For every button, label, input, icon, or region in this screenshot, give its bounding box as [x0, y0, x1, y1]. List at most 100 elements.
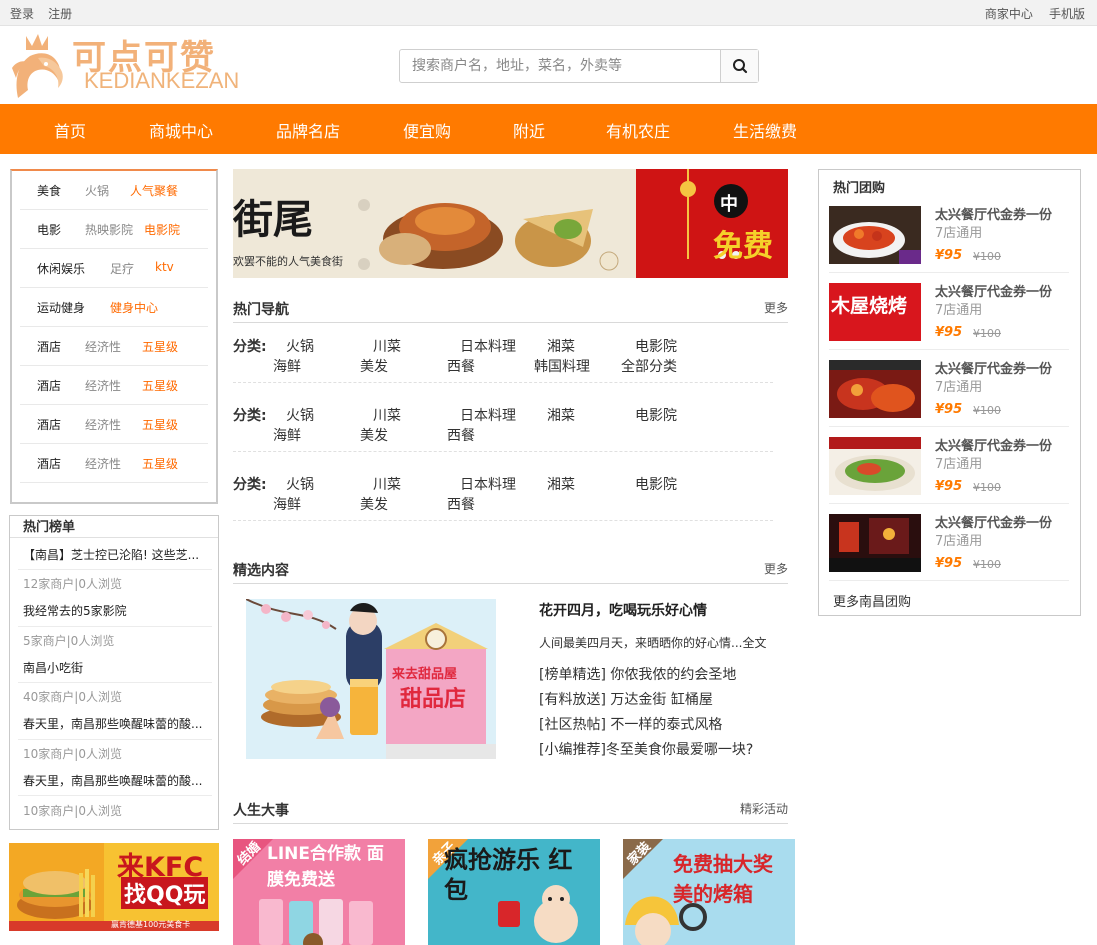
event-card-home[interactable]: 家装 免费抽大奖 美的烤箱 [623, 839, 795, 945]
hot-nav-item[interactable]: 电影院 [635, 474, 677, 494]
hot-nav-item[interactable]: 日本料理 [460, 405, 516, 425]
hot-nav-item[interactable]: 川菜 [373, 474, 401, 494]
hot-nav-item[interactable]: 西餐 [447, 356, 475, 376]
selected-link[interactable]: [榜单精选] 你侬我侬的约会圣地 [539, 664, 736, 684]
category-hot[interactable]: 五星级 [142, 338, 178, 355]
hot-nav-item[interactable]: 美发 [360, 425, 388, 445]
hot-nav-item[interactable]: 火锅 [286, 474, 314, 494]
hot-nav-more-link[interactable]: 更多 [764, 299, 788, 316]
hot-list-item-title[interactable]: 【南昌】芝士控已沦陷! 这些芝... [23, 546, 213, 563]
login-link[interactable]: 登录 [10, 7, 34, 21]
hot-nav-row: 分类: 火锅 川菜 日本料理 湘菜 电影院 海鲜 美发 西餐 韩国料理 全部分类 [233, 336, 773, 383]
group-deal-item[interactable]: 太兴餐厅代金券一份 7店通用 ¥95 ¥100 [829, 206, 1069, 273]
hot-nav-item[interactable]: 湘菜 [547, 474, 575, 494]
event-text: LINE合作款 面膜免费送 [267, 844, 384, 890]
nav-home[interactable]: 首页 [54, 118, 86, 142]
hot-list-item-title[interactable]: 春天里，南昌那些唤醒味蕾的酸... [23, 772, 213, 789]
hot-nav-item[interactable]: 电影院 [635, 405, 677, 425]
banner-right-text: 免费 [713, 229, 773, 264]
event-card-family[interactable]: 亲子 疯抢游乐 红包 [428, 839, 600, 945]
hot-nav-item[interactable]: 海鲜 [273, 356, 301, 376]
hot-nav-item[interactable]: 火锅 [286, 336, 314, 356]
category-main[interactable]: 休闲娱乐 [37, 260, 85, 277]
category-hot[interactable]: 五星级 [142, 377, 178, 394]
nav-mall-center[interactable]: 商城中心 [149, 118, 213, 142]
nav-organic-farm[interactable]: 有机农庄 [606, 118, 670, 142]
site-logo[interactable]: 可点可赞 KEDIANKEZAN [8, 28, 253, 100]
hot-nav-title: 热门导航 [233, 302, 289, 318]
category-sub[interactable]: 足疗 [110, 260, 134, 277]
deal-subtitle: 7店通用 [935, 534, 983, 549]
hot-nav-item[interactable]: 日本料理 [460, 336, 516, 356]
category-sub[interactable]: 经济性 [85, 416, 121, 433]
hot-nav-item[interactable]: 海鲜 [273, 494, 301, 514]
selected-link[interactable]: [社区热帖] 不一样的泰式风格 [539, 714, 722, 734]
mobile-version-link[interactable]: 手机版 [1049, 7, 1085, 21]
selected-more-link[interactable]: 更多 [764, 560, 788, 577]
event-card-wedding[interactable]: 结婚 LINE合作款 面膜免费送 [233, 839, 405, 945]
selected-link[interactable]: [有料放送] 万达金街 缸桶屋 [539, 689, 713, 709]
category-main[interactable]: 酒店 [37, 455, 61, 472]
group-deal-item[interactable]: 太兴餐厅代金券一份 7店通用 ¥95 ¥100 [829, 360, 1069, 427]
category-main[interactable]: 电影 [37, 221, 61, 238]
category-hot[interactable]: 健身中心 [110, 299, 158, 316]
merchant-center-link[interactable]: 商家中心 [985, 7, 1033, 21]
hot-nav-item[interactable]: 海鲜 [273, 425, 301, 445]
event-text: 疯抢游乐 红包 [444, 846, 573, 904]
more-group-buy-link[interactable]: 更多南昌团购 [833, 591, 911, 610]
selected-link[interactable]: [小编推荐]冬至美食你最爱哪一块? [539, 739, 753, 759]
category-hot[interactable]: 人气聚餐 [130, 182, 178, 199]
hot-nav-item[interactable]: 韩国料理 [534, 356, 590, 376]
hot-nav-item[interactable]: 美发 [360, 494, 388, 514]
nav-bill-payment[interactable]: 生活缴费 [733, 118, 797, 142]
selected-headline[interactable]: 花开四月，吃喝玩乐好心情 [539, 600, 707, 620]
group-deal-item[interactable]: 太兴餐厅代金券一份 7店通用 ¥95 ¥100 [829, 437, 1069, 504]
nav-cheap-buy[interactable]: 便宜购 [403, 118, 451, 142]
category-sub[interactable]: 火锅 [85, 182, 109, 199]
hot-nav-item[interactable]: 全部分类 [621, 356, 677, 376]
category-hot[interactable]: ktv [155, 260, 174, 274]
deal-image-text: 木屋烧烤 [831, 295, 908, 317]
hot-list-item-title[interactable]: 南昌小吃街 [23, 659, 213, 676]
hot-nav-item[interactable]: 火锅 [286, 405, 314, 425]
hot-nav-item[interactable]: 西餐 [447, 425, 475, 445]
selected-description[interactable]: 人间最美四月天，来晒晒你的好心情...全文 [539, 634, 766, 651]
selected-feature-image[interactable]: 来去甜品屋 甜品店 [246, 599, 496, 759]
category-menu: 美食 火锅 人气聚餐 电影 热映影院 电影院 休闲娱乐 足疗 ktv 运动健身 健身中心 酒店… [10, 169, 218, 504]
category-main[interactable]: 运动健身 [37, 299, 85, 316]
promo-banner[interactable]: 街尾 欢罢不能的人气美食街 中 免费 [233, 169, 788, 278]
search-icon [733, 59, 748, 74]
group-deal-item[interactable]: 木屋烧烤 太兴餐厅代金券一份 7店通用 ¥95 ¥100 [829, 283, 1069, 350]
category-main[interactable]: 美食 [37, 182, 61, 199]
category-hot[interactable]: 五星级 [142, 416, 178, 433]
kfc-ad-banner[interactable]: 来KFC 找QQ玩 赢肯德基100元美食卡 [9, 843, 219, 931]
category-sub[interactable]: 经济性 [85, 377, 121, 394]
hot-nav-item[interactable]: 川菜 [373, 405, 401, 425]
category-main[interactable]: 酒店 [37, 416, 61, 433]
hot-nav-item[interactable]: 湘菜 [547, 405, 575, 425]
category-hot[interactable]: 电影院 [144, 221, 180, 238]
nav-brand-stores[interactable]: 品牌名店 [276, 118, 340, 142]
category-sub[interactable]: 经济性 [85, 455, 121, 472]
hot-list-item-title[interactable]: 春天里，南昌那些唤醒味蕾的酸... [23, 715, 213, 732]
life-events-more-link[interactable]: 精彩活动 [740, 800, 788, 817]
search-input[interactable] [400, 50, 720, 82]
search-button[interactable] [720, 50, 758, 82]
group-deal-item[interactable]: 太兴餐厅代金券一份 7店通用 ¥95 ¥100 [829, 514, 1069, 581]
register-link[interactable]: 注册 [48, 7, 72, 21]
category-row: 休闲娱乐 足疗 ktv [20, 249, 208, 288]
hot-nav-item[interactable]: 美发 [360, 356, 388, 376]
category-main[interactable]: 酒店 [37, 377, 61, 394]
hot-list-item-title[interactable]: 我经常去的5家影院 [23, 602, 213, 619]
hot-nav-item[interactable]: 电影院 [635, 336, 677, 356]
dessert-shop-illustration [246, 599, 496, 759]
category-sub[interactable]: 经济性 [85, 338, 121, 355]
hot-nav-item[interactable]: 西餐 [447, 494, 475, 514]
nav-nearby[interactable]: 附近 [513, 118, 545, 142]
hot-nav-item[interactable]: 湘菜 [547, 336, 575, 356]
hot-nav-item[interactable]: 川菜 [373, 336, 401, 356]
category-sub[interactable]: 热映影院 [85, 221, 133, 238]
category-hot[interactable]: 五星级 [142, 455, 178, 472]
category-main[interactable]: 酒店 [37, 338, 61, 355]
hot-nav-item[interactable]: 日本料理 [460, 474, 516, 494]
